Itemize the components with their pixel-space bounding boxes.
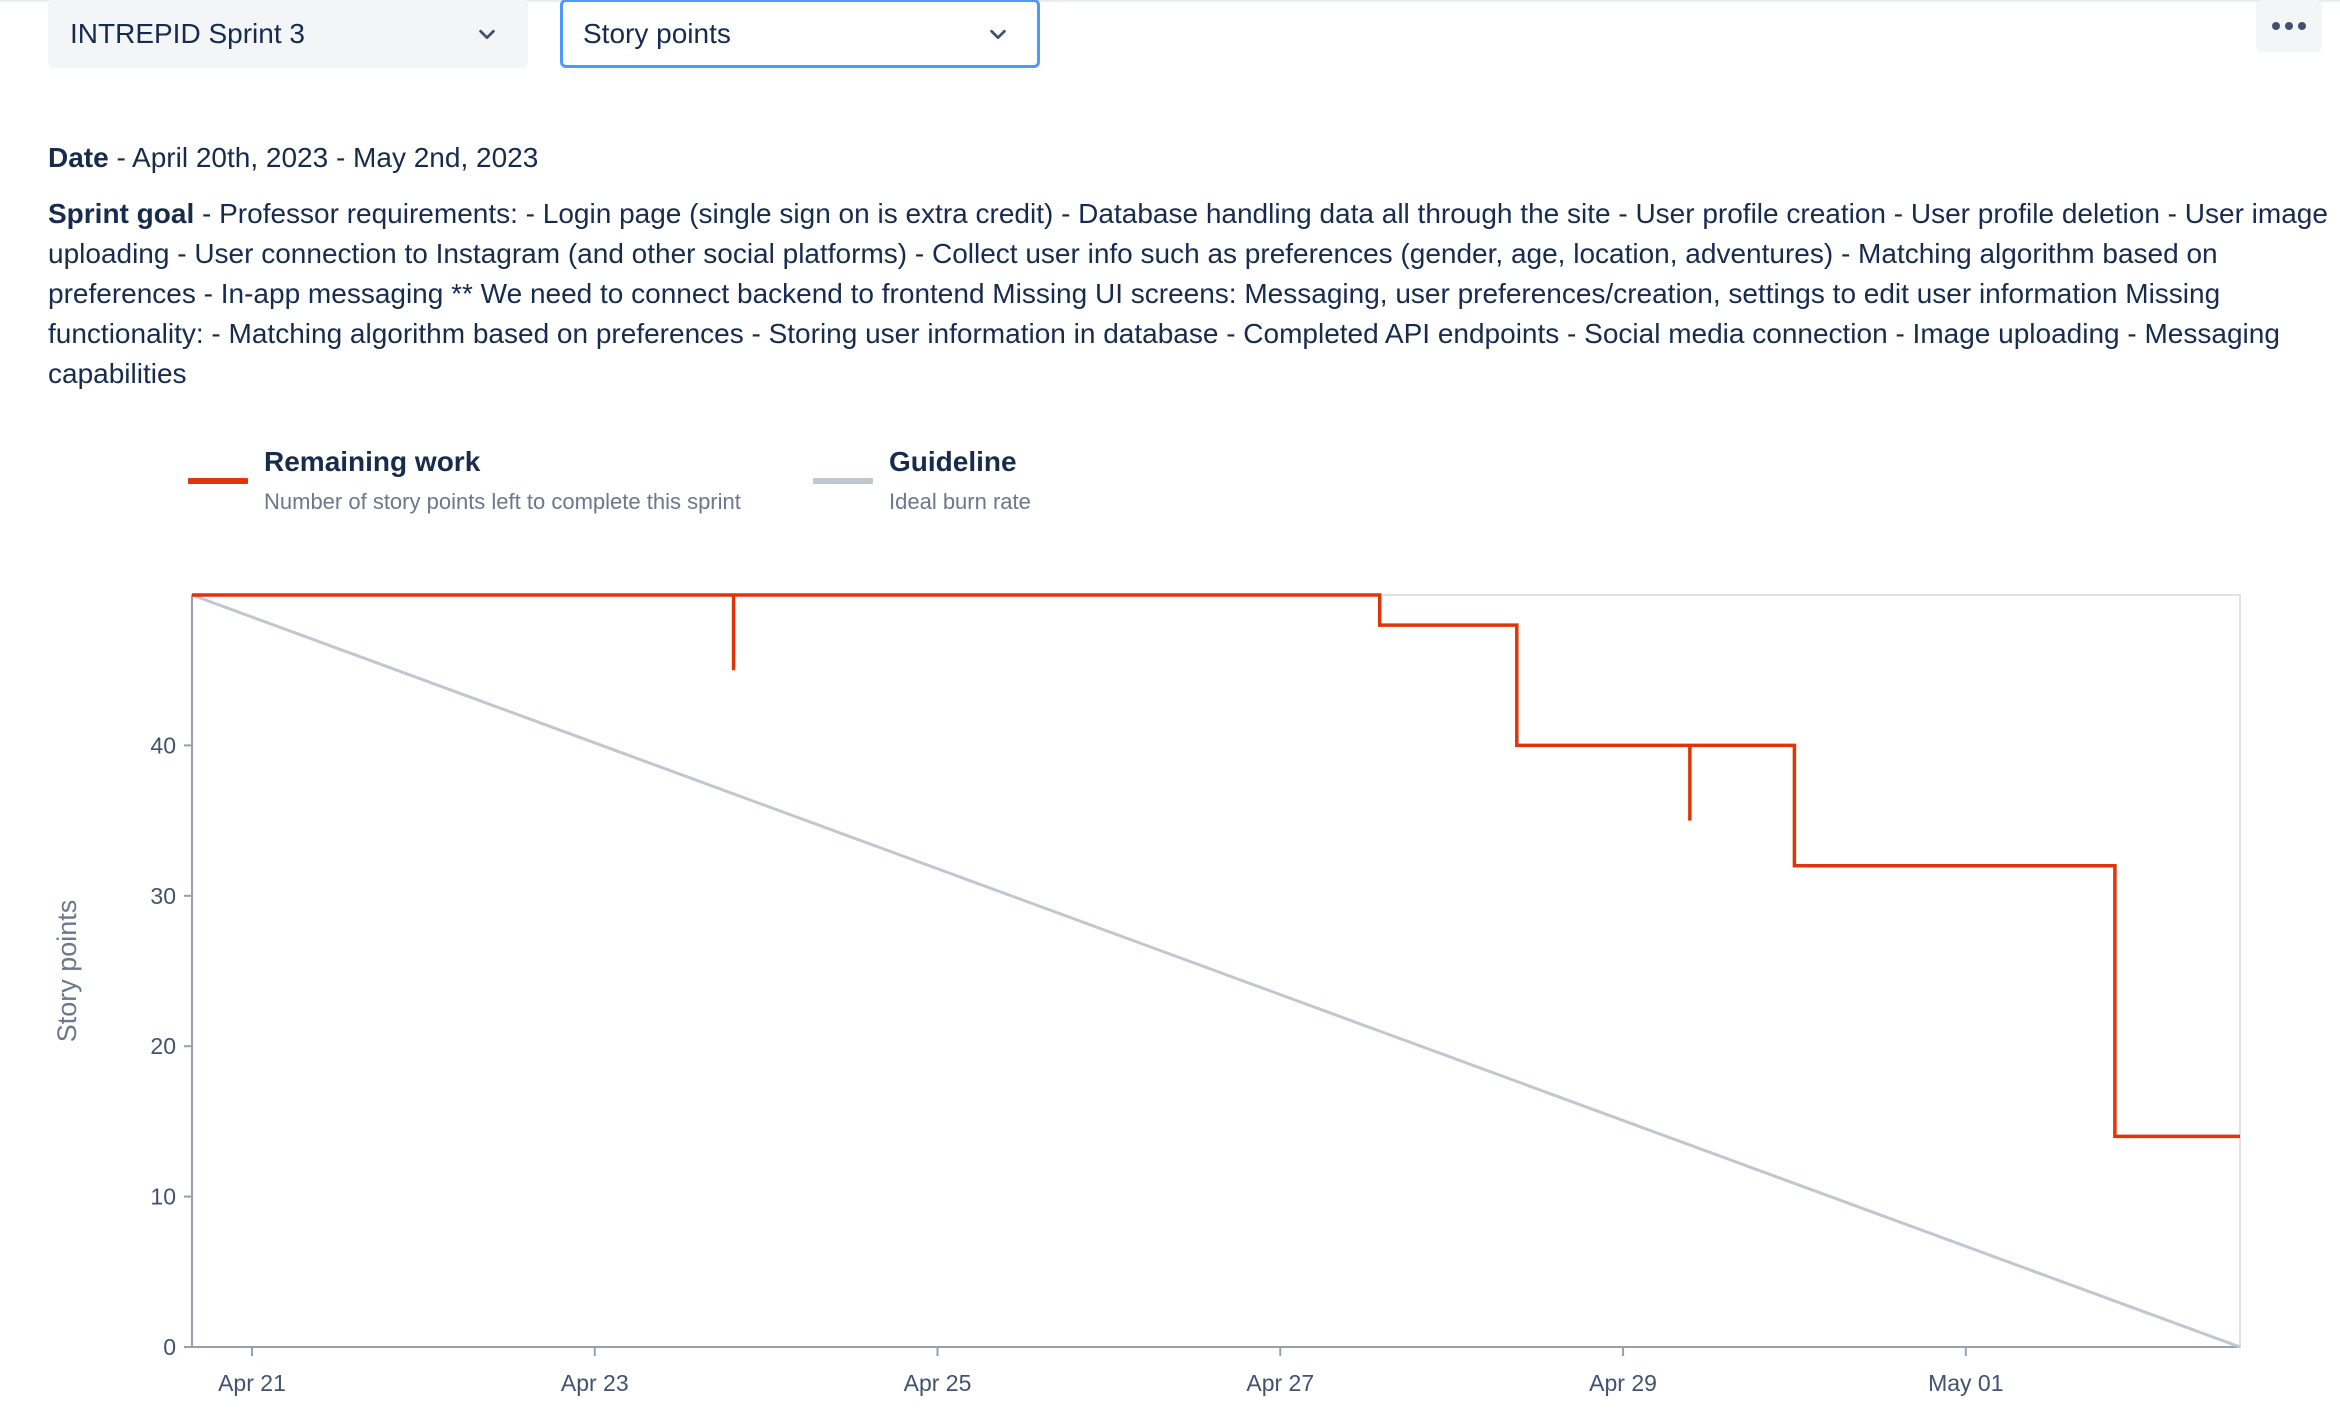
legend-remaining-work-title: Remaining work	[264, 446, 481, 477]
legend-guideline-desc: Ideal burn rate	[889, 489, 1031, 514]
y-tick-label: 0	[163, 1334, 176, 1360]
x-tick-label: Apr 27	[1246, 1370, 1314, 1396]
chevron-down-icon	[990, 29, 1006, 39]
legend-guideline-swatch	[813, 478, 873, 484]
sprint-date: Date - April 20th, 2023 - May 2nd, 2023	[48, 138, 538, 178]
guideline-series-line	[191, 593, 2241, 1349]
more-horizontal-icon	[2272, 22, 2306, 30]
sprint-date-value: - April 20th, 2023 - May 2nd, 2023	[108, 142, 539, 173]
x-tick-label: Apr 29	[1589, 1370, 1657, 1396]
estimation-select-value: Story points	[583, 17, 731, 49]
x-tick-label: Apr 21	[218, 1370, 286, 1396]
x-tick-label: Apr 23	[561, 1370, 629, 1396]
sprint-goal: Sprint goal - Professor requirements: - …	[48, 194, 2328, 394]
estimation-select[interactable]: Story points	[560, 0, 1040, 68]
sprint-goal-label: Sprint goal	[48, 198, 195, 229]
legend-guideline-title: Guideline	[889, 446, 1017, 477]
sprint-select[interactable]: INTREPID Sprint 3	[48, 0, 528, 68]
legend-remaining-work-swatch	[188, 478, 248, 484]
x-tick-label: Apr 25	[904, 1370, 972, 1396]
burndown-chart: 0 10 20 30 40 Apr 21 Apr 23 Apr 25 Apr 27 Apr 29 M…	[52, 593, 2241, 1396]
chevron-down-icon	[479, 29, 495, 39]
y-tick-label: 40	[150, 732, 176, 758]
y-axis-title: Story points	[52, 900, 82, 1043]
legend-remaining-work-desc: Number of story points left to complete …	[264, 489, 741, 514]
x-tick-label: May 01	[1928, 1370, 2003, 1396]
y-tick-label: 30	[150, 883, 176, 909]
sprint-select-value: INTREPID Sprint 3	[70, 17, 305, 49]
sprint-date-label: Date	[48, 142, 109, 173]
y-tick-label: 10	[150, 1184, 176, 1210]
y-tick-label: 20	[150, 1033, 176, 1059]
remaining-work-series-line	[192, 593, 2240, 1139]
sprint-goal-value: - Professor requirements: - Login page (…	[48, 198, 2328, 389]
more-actions-button[interactable]	[2256, 0, 2322, 52]
